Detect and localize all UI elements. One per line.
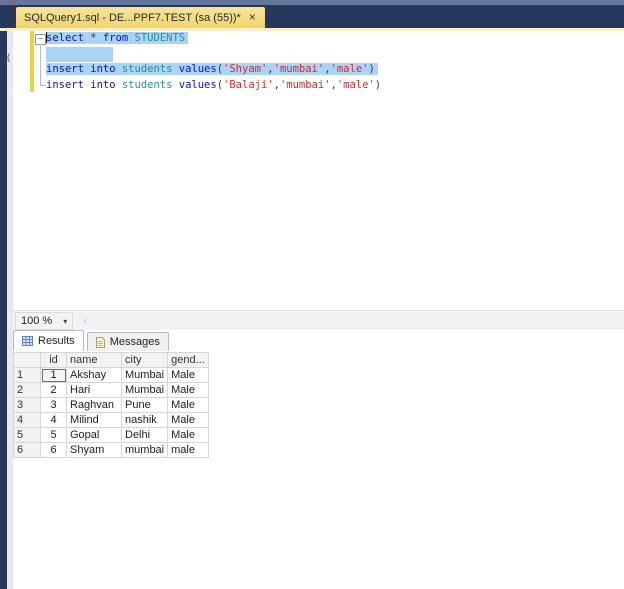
scroll-left-icon: ‹ (83, 315, 87, 327)
document-tab-title: SQLQuery1.sql - DE...PPF7.TEST (sa (55))… (24, 11, 241, 24)
editor-status-strip: 100 % ▾ ‹ (13, 310, 624, 331)
table-row: 5 5 Gopal Delhi Male (13, 427, 209, 443)
cell-name[interactable]: Akshay (66, 367, 122, 383)
table-row: 3 3 Raghvan Pune Male (13, 397, 209, 413)
sql-string: 'mumbai' (273, 63, 325, 75)
cell-gender[interactable]: Male (167, 367, 209, 383)
sql-string: 'Balaji' (223, 78, 274, 91)
cell-city[interactable]: Delhi (120, 427, 169, 443)
ssms-window: SQLQuery1.sql - DE...PPF7.TEST (sa (55))… (0, 0, 624, 589)
column-header-name[interactable]: name (66, 352, 122, 368)
cell-id[interactable]: 4 (40, 412, 67, 428)
sql-editor[interactable]: − select * from STUDENTS insert into stu… (13, 31, 624, 331)
cell-name[interactable]: Gopal (66, 427, 122, 443)
results-grid: id name city gend... 1 1 Akshay Mumbai M… (13, 352, 209, 458)
sql-keyword: values (178, 63, 217, 75)
table-row: 1 1 Akshay Mumbai Male (13, 367, 209, 383)
table-row: 4 4 Milind nashik Male (13, 412, 209, 428)
sql-string: 'Shyam' (223, 63, 268, 75)
close-icon[interactable]: × (249, 11, 256, 23)
zoom-level-dropdown[interactable]: 100 % ▾ (15, 312, 74, 330)
cell-gender[interactable]: Male (167, 382, 209, 398)
sql-keyword: insert into (46, 63, 122, 75)
code-line[interactable]: insert into students values('Shyam','mum… (46, 62, 381, 78)
cell-city[interactable]: Pune (120, 397, 169, 413)
cell-name[interactable]: Shyam (66, 442, 122, 458)
sql-identifier: students (121, 63, 179, 75)
horizontal-scrollbar[interactable]: ‹ (79, 313, 624, 329)
results-tab-bar: Results Messages (13, 330, 624, 351)
zoom-level-value: 100 % (21, 315, 53, 327)
row-header[interactable]: 6 (13, 442, 41, 458)
cell-city[interactable]: nashik (120, 412, 169, 428)
cell-name[interactable]: Milind (66, 412, 122, 428)
sql-keyword: from (102, 32, 135, 44)
sql-string: 'mumbai' (279, 78, 331, 91)
cell-id[interactable]: 5 (40, 427, 67, 443)
cell-gender[interactable]: Male (167, 412, 209, 428)
code-line[interactable]: insert into students values('Balaji','mu… (46, 78, 381, 94)
row-header[interactable]: 5 (13, 427, 41, 443)
row-header[interactable]: 2 (13, 382, 41, 398)
tab-messages-label: Messages (109, 336, 160, 348)
row-header[interactable]: 4 (13, 412, 41, 428)
code-line[interactable]: select * from STUDENTS (46, 31, 381, 47)
sql-identifier: students (121, 78, 179, 91)
change-tracking-bar (30, 31, 34, 92)
chevron-down-icon: ▾ (63, 316, 68, 326)
tab-messages[interactable]: Messages (86, 332, 169, 351)
document-tab-strip: SQLQuery1.sql - DE...PPF7.TEST (sa (55))… (0, 5, 624, 28)
table-row: 6 6 Shyam mumbai male (13, 442, 209, 458)
tab-results[interactable]: Results (13, 330, 84, 351)
column-header-id[interactable]: id (40, 352, 67, 368)
sql-keyword: select (46, 32, 91, 44)
cell-city[interactable]: mumbai (120, 442, 169, 458)
cell-name[interactable]: Raghvan (66, 397, 122, 413)
left-dock-bar (0, 31, 7, 589)
cell-id[interactable]: 3 (40, 397, 67, 413)
grid-corner-cell[interactable] (13, 352, 41, 368)
results-pane: Results Messages id name city gend... 1 … (13, 330, 624, 589)
results-grid-icon (22, 336, 33, 346)
code-area[interactable]: select * from STUDENTS insert into stude… (46, 31, 381, 93)
row-header[interactable]: 1 (13, 367, 41, 383)
column-header-city[interactable]: city (120, 352, 169, 368)
cell-id[interactable]: 2 (40, 382, 67, 398)
collapsed-panel-glyph: ( (7, 52, 10, 62)
cell-gender[interactable]: Male (167, 427, 209, 443)
sql-keyword: values (178, 78, 217, 91)
row-header[interactable]: 3 (13, 397, 41, 413)
column-header-gender[interactable]: gend... (167, 352, 209, 368)
sql-string: 'male' (336, 78, 375, 91)
cell-name[interactable]: Hari (66, 382, 122, 398)
table-row: 2 2 Hari Mumbai Male (13, 382, 209, 398)
sql-identifier: STUDENTS (134, 32, 186, 44)
sql-punct: ) (368, 63, 375, 75)
cell-gender[interactable]: Male (167, 397, 209, 413)
messages-icon (95, 336, 105, 348)
tab-results-label: Results (38, 335, 75, 347)
grid-header-row: id name city gend... (13, 352, 209, 368)
cell-gender[interactable]: male (167, 442, 209, 458)
cell-city[interactable]: Mumbai (120, 382, 169, 398)
sql-operator: * (90, 32, 103, 44)
document-tab[interactable]: SQLQuery1.sql - DE...PPF7.TEST (sa (55))… (16, 7, 265, 28)
sql-keyword: insert into (46, 78, 122, 91)
red-indicator (9, 1, 15, 4)
cell-id[interactable]: 6 (40, 442, 67, 458)
code-line[interactable] (46, 46, 381, 62)
selection-block (46, 46, 113, 62)
sql-punct: ) (374, 78, 382, 91)
outline-guide-line (40, 44, 41, 85)
sql-string: 'male' (330, 63, 369, 75)
cell-city[interactable]: Mumbai (120, 367, 169, 383)
cell-id[interactable]: 1 (40, 367, 67, 383)
